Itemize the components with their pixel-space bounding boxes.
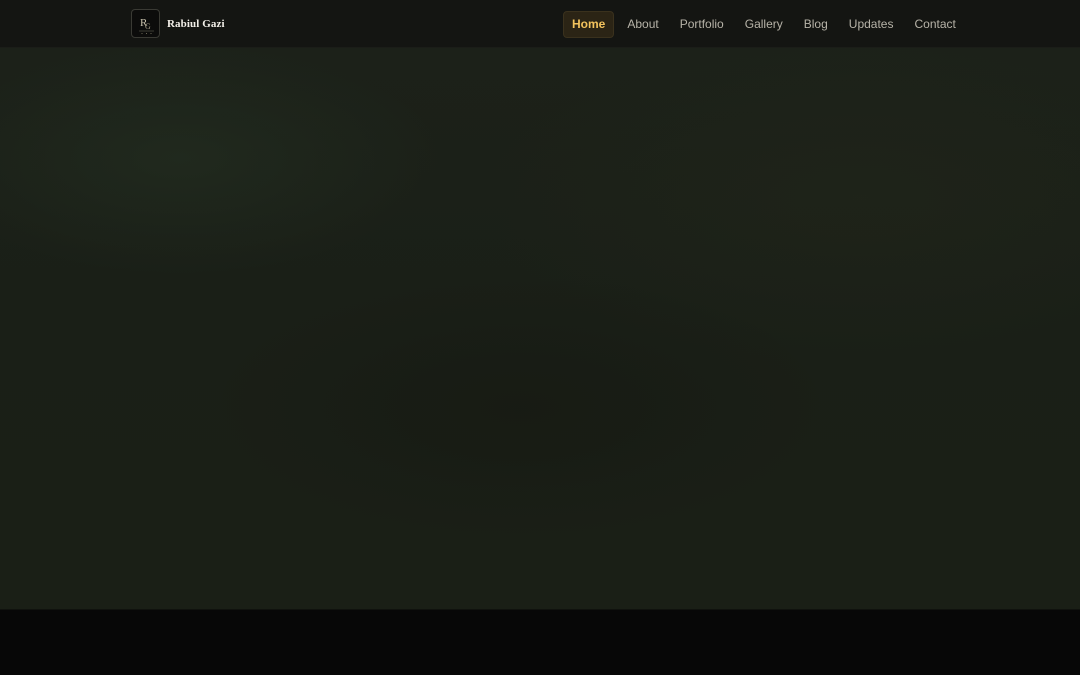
nav-item-contact[interactable]: Contact xyxy=(906,11,963,38)
nav-item-portfolio[interactable]: Portfolio xyxy=(672,11,732,38)
brand-name: Rabiul Gazi xyxy=(167,17,225,30)
dark-band xyxy=(0,610,1080,675)
page: R G Rabiul Gazi Home About Portfolio Gal… xyxy=(0,0,1080,675)
nav-item-updates[interactable]: Updates xyxy=(841,11,902,38)
nav-item-home[interactable]: Home xyxy=(563,10,615,38)
top-navbar: R G Rabiul Gazi Home About Portfolio Gal… xyxy=(0,0,1080,48)
nav-item-blog[interactable]: Blog xyxy=(796,11,836,38)
logo-icon: R G xyxy=(131,9,160,38)
hero-section xyxy=(0,48,1080,610)
nav-item-about[interactable]: About xyxy=(619,11,666,38)
nav-item-gallery[interactable]: Gallery xyxy=(737,11,791,38)
brand-link[interactable]: R G Rabiul Gazi xyxy=(131,9,225,38)
main-nav: Home About Portfolio Gallery Blog Update… xyxy=(563,10,969,38)
svg-text:G: G xyxy=(145,22,151,31)
